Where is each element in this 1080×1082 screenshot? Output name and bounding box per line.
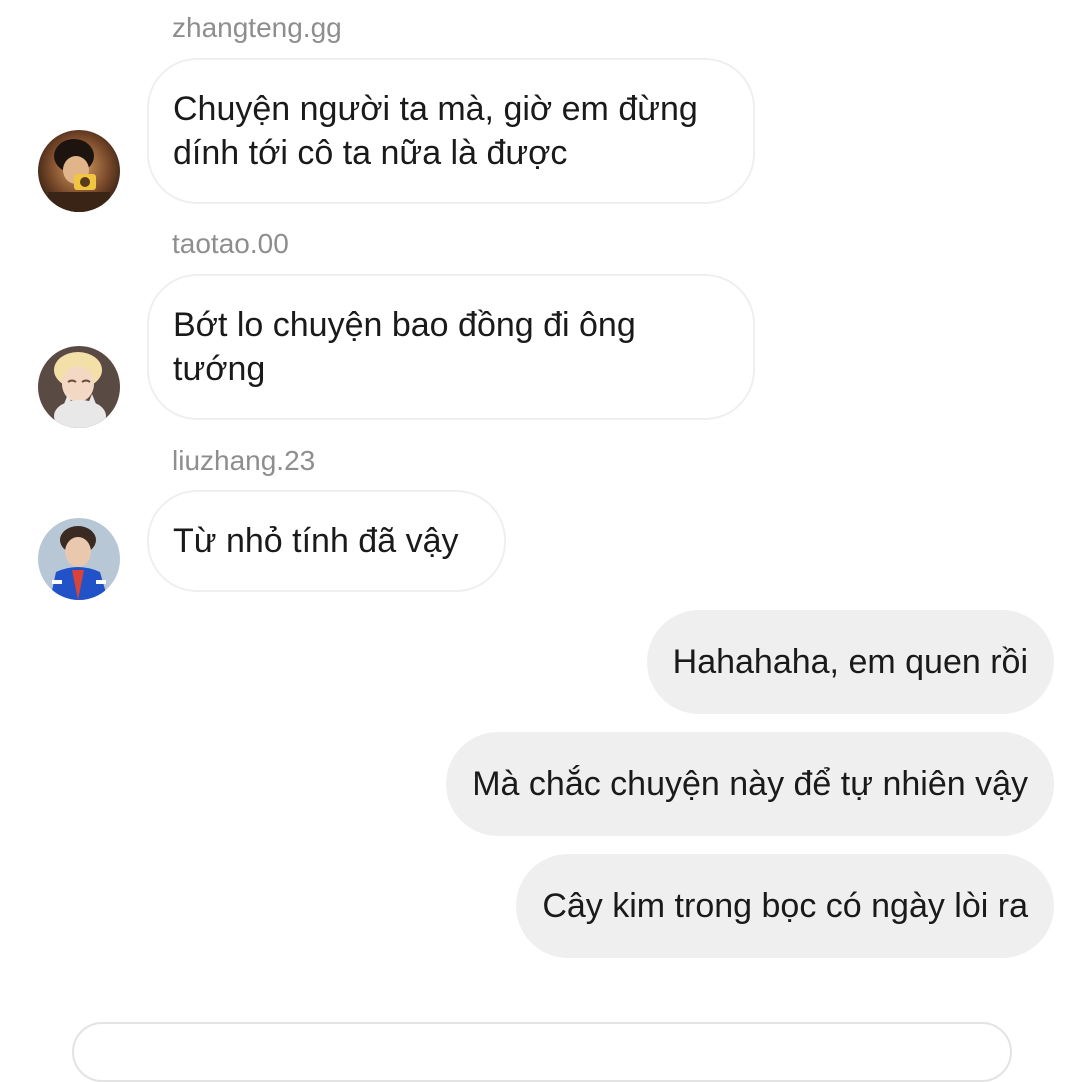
sender-avatar[interactable] bbox=[38, 130, 120, 212]
sender-username[interactable]: zhangteng.gg bbox=[172, 12, 342, 44]
message-text: Mà chắc chuyện này để tự nhiên vậy bbox=[472, 765, 1028, 803]
incoming-message-bubble[interactable]: Bớt lo chuyện bao đồng đi ông tướng bbox=[147, 274, 755, 420]
avatar-photo-camera-person-icon bbox=[38, 130, 120, 212]
incoming-message-bubble[interactable]: Từ nhỏ tính đã vậy bbox=[147, 490, 506, 592]
message-composer-input[interactable] bbox=[72, 1022, 1012, 1082]
message-text: Cây kim trong bọc có ngày lòi ra bbox=[542, 887, 1028, 925]
avatar-photo-person-blue-jacket-icon bbox=[38, 518, 120, 600]
message-text: Hahahaha, em quen rồi bbox=[672, 643, 1028, 681]
avatar-photo-blonde-person-cat-icon bbox=[38, 346, 120, 428]
sender-username[interactable]: taotao.00 bbox=[172, 228, 289, 260]
outgoing-message-bubble[interactable]: Hahahaha, em quen rồi bbox=[646, 610, 1054, 714]
outgoing-message-bubble[interactable]: Cây kim trong bọc có ngày lòi ra bbox=[516, 854, 1054, 958]
sender-username[interactable]: liuzhang.23 bbox=[172, 445, 315, 477]
sender-avatar[interactable] bbox=[38, 518, 120, 600]
incoming-message-bubble[interactable]: Chuyện người ta mà, giờ em đừng dính tới… bbox=[147, 58, 755, 204]
outgoing-message-bubble[interactable]: Mà chắc chuyện này để tự nhiên vậy bbox=[446, 732, 1054, 836]
sender-avatar[interactable] bbox=[38, 346, 120, 428]
message-text: Bớt lo chuyện bao đồng đi ông tướng bbox=[173, 306, 636, 388]
message-text: Từ nhỏ tính đã vậy bbox=[173, 522, 459, 560]
message-text: Chuyện người ta mà, giờ em đừng dính tới… bbox=[173, 90, 698, 172]
